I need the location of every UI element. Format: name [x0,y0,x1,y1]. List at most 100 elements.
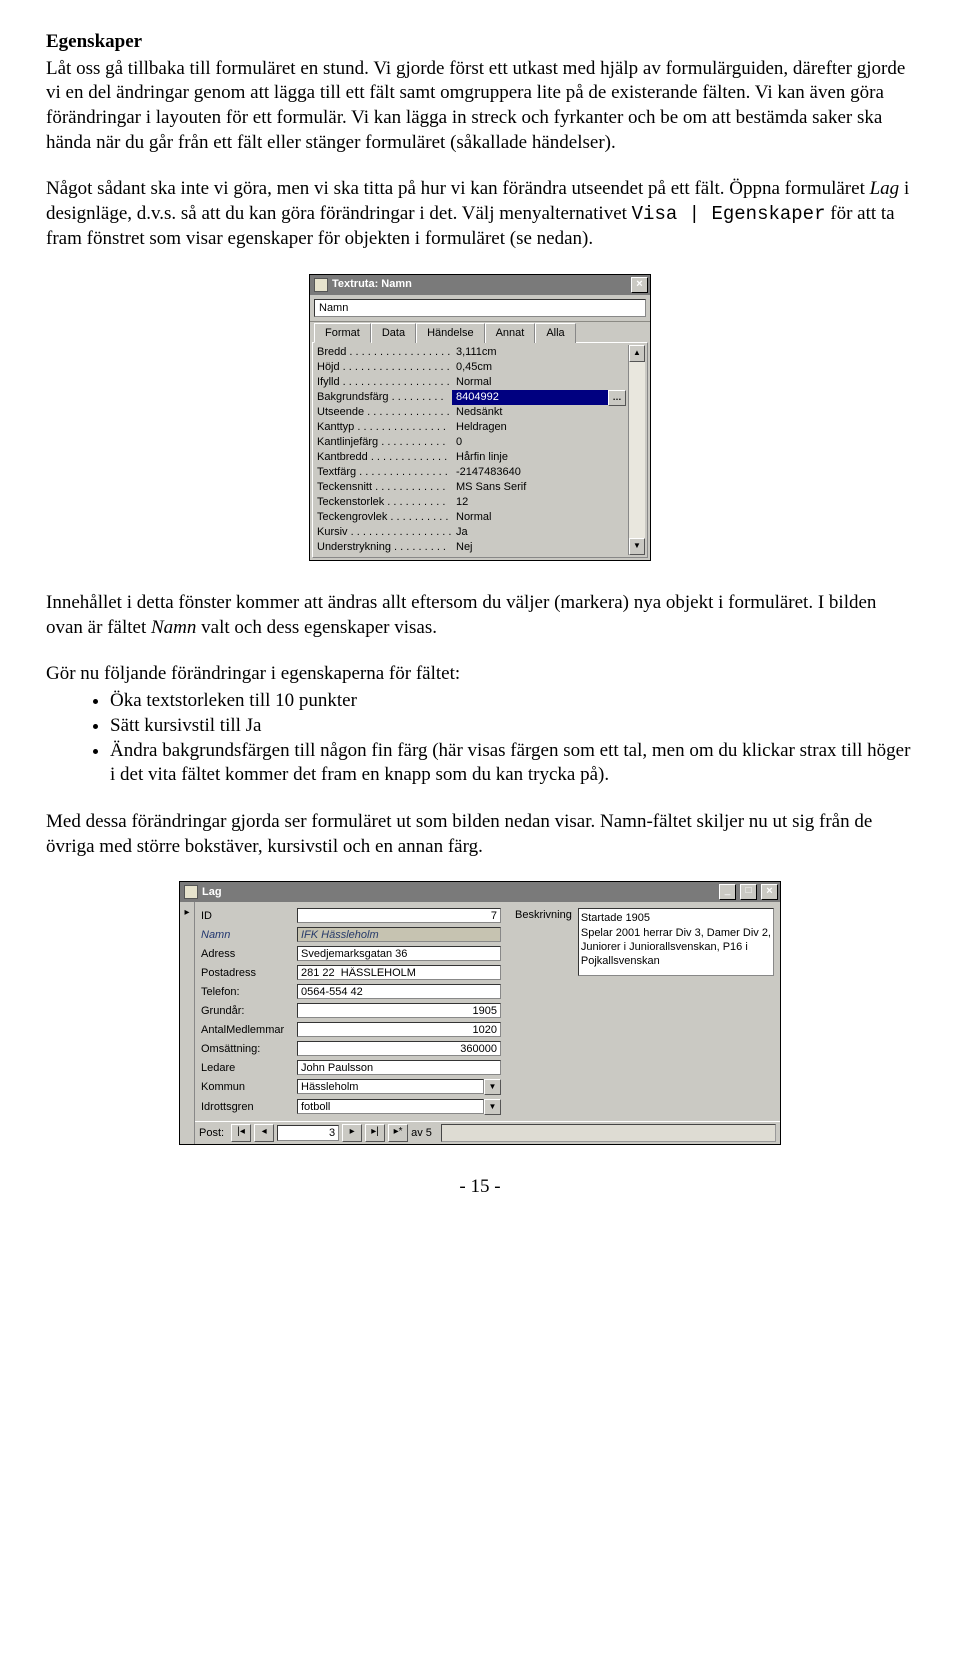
tab-annat[interactable]: Annat [485,323,536,343]
dropdown-icon[interactable]: ▼ [484,1099,501,1115]
nav-scrollbar[interactable] [441,1124,776,1142]
prop-row[interactable]: Höjd . . . . . . . . . . . . . . . . . .… [315,360,628,375]
dropdown-icon[interactable]: ▼ [484,1079,501,1095]
field-row: Idrottsgren ▼ [201,1099,501,1115]
field-input[interactable] [297,1060,501,1075]
nav-total: av 5 [411,1126,432,1140]
prop-row[interactable]: Bakgrundsfärg . . . . . . . . .8404992… [315,390,628,405]
form-window-title: Lag [202,885,715,899]
prop-row[interactable]: Bredd . . . . . . . . . . . . . . . . .3… [315,345,628,360]
minimize-icon[interactable]: _ [719,884,736,900]
tab-data[interactable]: Data [371,323,416,343]
field-label: Grundår: [201,1004,291,1018]
prop-label: Bakgrundsfärg . . . . . . . . . [315,390,452,405]
ellipsis-button[interactable]: … [608,390,626,406]
tab-händelse[interactable]: Händelse [416,323,484,343]
prop-value[interactable]: 12 [452,495,628,510]
field-input[interactable] [297,1099,484,1114]
prop-label: Höjd . . . . . . . . . . . . . . . . . . [315,360,452,375]
prop-value[interactable]: Ja [452,525,628,540]
heading-egenskaper: Egenskaper [46,30,914,55]
prop-row[interactable]: Kantlinjefärg . . . . . . . . . . .0 [315,435,628,450]
field-input[interactable] [297,927,501,942]
paragraph-5: Med dessa förändringar gjorda ser formul… [46,810,914,859]
prop-value[interactable]: Nej [452,540,628,555]
nav-prev-icon[interactable]: ◂ [254,1124,274,1142]
prop-row[interactable]: Teckengrovlek . . . . . . . . . .Normal [315,510,628,525]
prop-value[interactable]: 0 [452,435,628,450]
nav-next-icon[interactable]: ▸ [342,1124,362,1142]
scroll-down-icon[interactable]: ▼ [629,538,645,555]
prop-label: Kantlinjefärg . . . . . . . . . . . [315,435,452,450]
prop-row[interactable]: Kantbredd . . . . . . . . . . . . .Hårfi… [315,450,628,465]
field-label: ID [201,909,291,923]
bullet-item: Öka textstorleken till 10 punkter [110,689,914,714]
prop-value[interactable]: Normal [452,375,628,390]
field-input[interactable] [297,984,501,999]
paragraph-2: Något sådant ska inte vi göra, men vi sk… [46,177,914,251]
scrollbar[interactable]: ▲ ▼ [628,345,645,555]
nav-last-icon[interactable]: ▸| [365,1124,385,1142]
nav-current[interactable]: 3 [277,1125,339,1141]
prop-label: Ifylld . . . . . . . . . . . . . . . . .… [315,375,452,390]
record-selector[interactable]: ▸ [180,902,195,1144]
prop-label: Utseende . . . . . . . . . . . . . . [315,405,452,420]
prop-row[interactable]: Kanttyp . . . . . . . . . . . . . . .Hel… [315,420,628,435]
prop-value[interactable]: Heldragen [452,420,628,435]
nav-new-icon[interactable]: ▸* [388,1124,408,1142]
field-label: Kommun [201,1080,291,1094]
desc-label: Beskrivning [515,908,572,922]
field-label: Ledare [201,1061,291,1075]
close-icon[interactable]: × [631,277,648,293]
desc-textarea[interactable] [578,908,774,976]
field-row: Kommun ▼ [201,1079,501,1095]
prop-value[interactable]: -2147483640 [452,465,628,480]
prop-row[interactable]: Teckenstorlek . . . . . . . . . .12 [315,495,628,510]
field-input[interactable] [297,946,501,961]
prop-value[interactable]: MS Sans Serif [452,480,628,495]
prop-value[interactable]: 8404992 [452,390,608,405]
field-input[interactable] [297,1003,501,1018]
form-close-icon[interactable]: × [761,884,778,900]
prop-row[interactable]: Textfärg . . . . . . . . . . . . . . .-2… [315,465,628,480]
paragraph-1: Låt oss gå tillbaka till formuläret en s… [46,57,914,156]
field-label: Idrottsgren [201,1100,291,1114]
prop-value[interactable]: Hårfin linje [452,450,628,465]
object-name-input[interactable] [314,299,646,317]
tab-alla[interactable]: Alla [535,323,575,343]
titlebar[interactable]: Textruta: Namn × [310,275,650,295]
field-input[interactable] [297,1079,484,1094]
form-titlebar[interactable]: Lag _ □ × [180,882,780,902]
para2-menu: Visa | Egenskaper [632,203,826,225]
prop-row[interactable]: Kursiv . . . . . . . . . . . . . . . . .… [315,525,628,540]
properties-window: Textruta: Namn × FormatDataHändelseAnnat… [309,274,651,562]
scroll-track[interactable] [629,362,645,538]
field-input[interactable] [297,965,501,980]
prop-row[interactable]: Utseende . . . . . . . . . . . . . .Neds… [315,405,628,420]
prop-row[interactable]: Understrykning . . . . . . . . .Nej [315,540,628,555]
field-row: ID [201,908,501,923]
scroll-up-icon[interactable]: ▲ [629,345,645,362]
tab-format[interactable]: Format [314,323,371,343]
maximize-icon[interactable]: □ [740,884,757,900]
bullet-item: Ändra bakgrundsfärgen till någon fin fär… [110,739,914,788]
field-label: AntalMedlemmar [201,1023,291,1037]
field-input[interactable] [297,908,501,923]
prop-label: Understrykning . . . . . . . . . [315,540,452,555]
nav-first-icon[interactable]: |◂ [231,1124,251,1142]
prop-value[interactable]: 3,111cm [452,345,628,360]
prop-value[interactable]: Nedsänkt [452,405,628,420]
field-input[interactable] [297,1022,501,1037]
field-input[interactable] [297,1041,501,1056]
field-label: Telefon: [201,985,291,999]
prop-value[interactable]: 0,45cm [452,360,628,375]
paragraph-4: Gör nu följande förändringar i egenskape… [46,662,914,687]
window-icon [314,278,328,292]
para2-lag: Lag [870,178,900,199]
prop-value[interactable]: Normal [452,510,628,525]
prop-row[interactable]: Ifylld . . . . . . . . . . . . . . . . .… [315,375,628,390]
prop-row[interactable]: Teckensnitt . . . . . . . . . . . .MS Sa… [315,480,628,495]
field-row: Adress [201,946,501,961]
field-row: Omsättning: [201,1041,501,1056]
para2-pre: Något sådant ska inte vi göra, men vi sk… [46,178,870,199]
